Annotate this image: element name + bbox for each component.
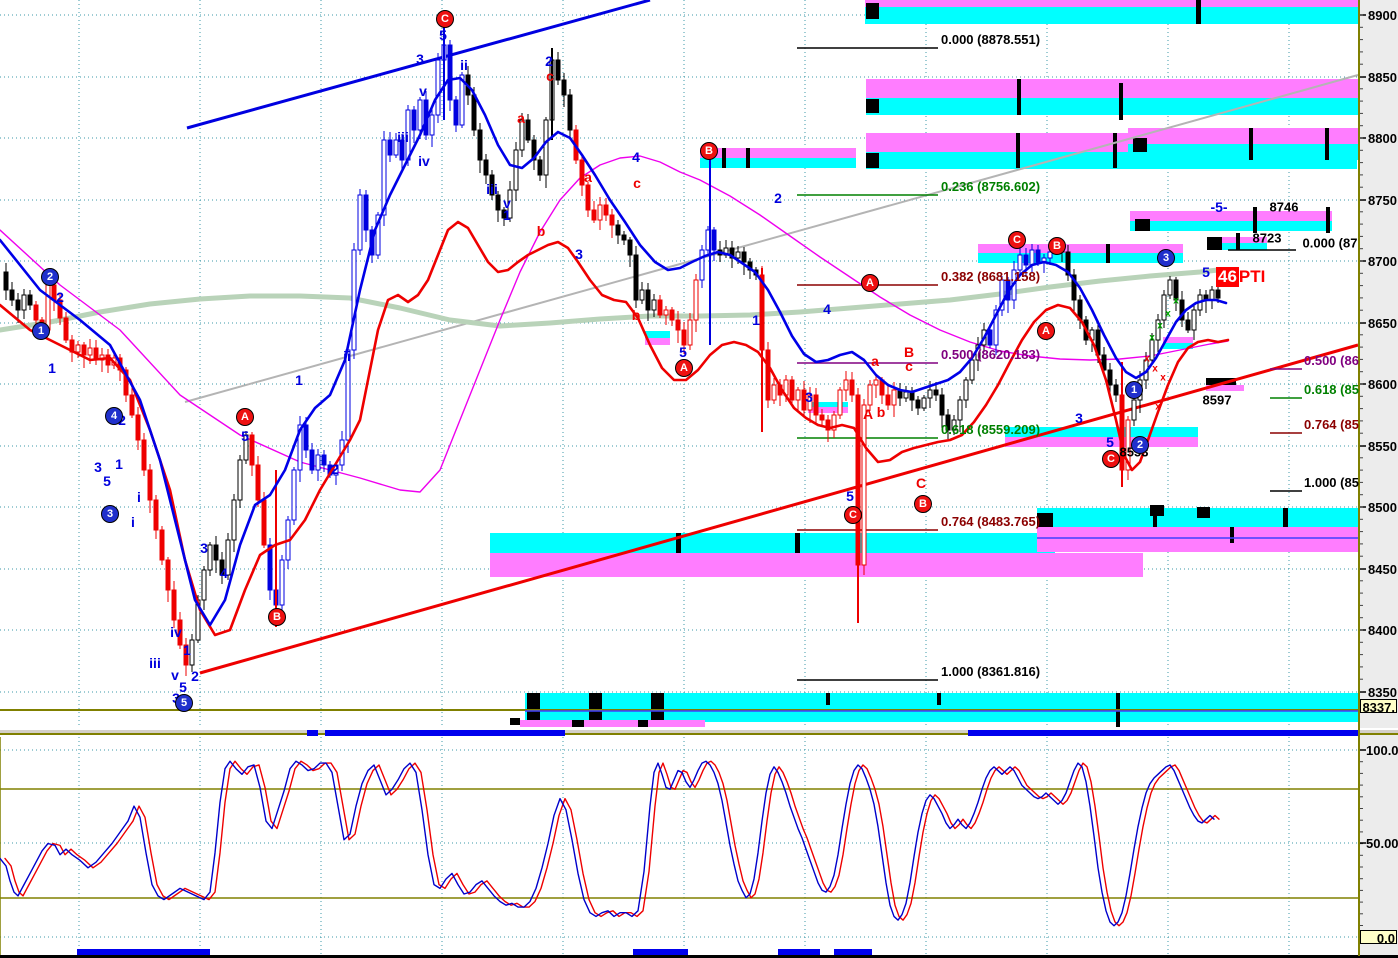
signal-bar xyxy=(325,730,565,736)
trading-chart-app: 46 PTI 8337. 0.0 8900 8850 8800 8750 8700 8650… xyxy=(0,0,1398,958)
panel-separator xyxy=(0,728,1398,730)
signal-bar xyxy=(307,730,318,736)
oscillator-surface[interactable] xyxy=(0,737,1360,956)
signal-bar xyxy=(968,730,1360,736)
price-axis-background xyxy=(1360,0,1398,958)
price-chart-surface[interactable] xyxy=(0,0,1360,727)
